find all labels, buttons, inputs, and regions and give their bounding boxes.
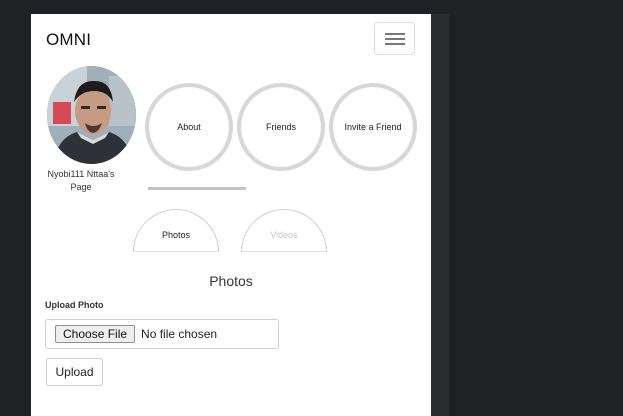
profile-owner-name: Nyobi111 Nttaa's Page: [47, 169, 115, 192]
profile-photo: [47, 66, 136, 164]
invite-friend-button[interactable]: Invite a Friend: [329, 83, 417, 171]
avatar: [47, 66, 136, 164]
hamburger-icon: [385, 33, 405, 35]
upload-photo-label: Upload Photo: [45, 300, 104, 310]
section-title: Photos: [209, 273, 253, 289]
tab-videos-label: Videos: [270, 230, 298, 240]
tab-photos-label: Photos: [161, 230, 191, 240]
hamburger-icon: [385, 43, 405, 45]
brand-logo[interactable]: OMNI: [46, 30, 91, 50]
about-label: About: [177, 122, 201, 132]
side-panel: [431, 14, 449, 416]
file-input[interactable]: Choose File No file chosen: [45, 319, 279, 349]
choose-file-button[interactable]: Choose File: [55, 325, 136, 343]
hamburger-icon: [385, 38, 405, 40]
profile-page: OMNI Nyobi111 Nttaa's Page About Friends…: [31, 14, 431, 416]
tab-videos[interactable]: Videos: [241, 209, 327, 252]
invite-friend-label: Invite a Friend: [344, 122, 402, 132]
photo-thumbnails: [114, 410, 431, 416]
file-status: No file chosen: [141, 327, 218, 341]
upload-button[interactable]: Upload: [46, 358, 103, 386]
tab-photos[interactable]: Photos: [133, 209, 219, 252]
menu-toggle-button[interactable]: [374, 22, 415, 55]
friends-label: Friends: [265, 122, 296, 132]
active-indicator: [148, 187, 246, 190]
friends-button[interactable]: Friends: [237, 83, 325, 171]
about-button[interactable]: About: [145, 83, 233, 171]
